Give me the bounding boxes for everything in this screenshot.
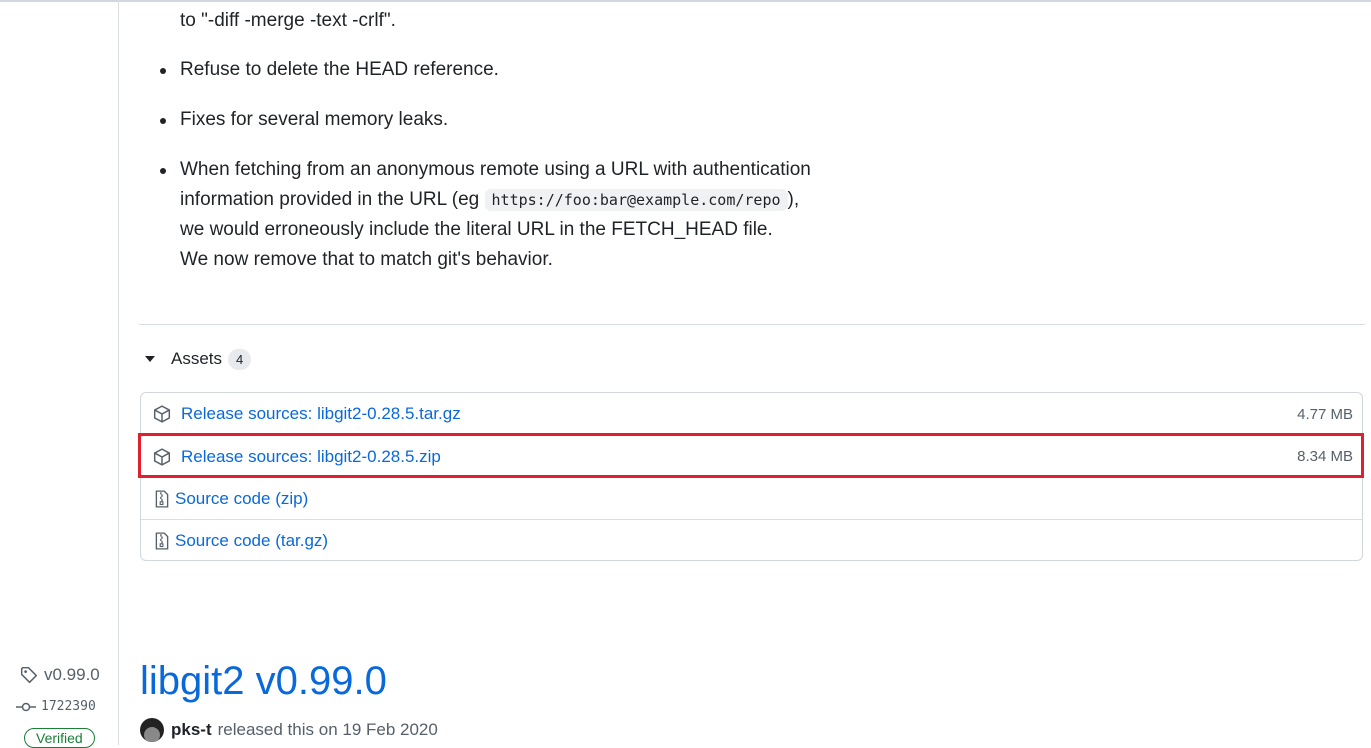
fetch-line-2-after: ), (787, 189, 800, 210)
fetch-line-3: we would erroneously include the literal… (180, 219, 773, 240)
section-divider (139, 324, 1365, 325)
file-zip-icon (155, 531, 169, 550)
avatar[interactable] (140, 718, 164, 742)
assets-title: Assets (171, 349, 223, 368)
asset-link-ext: (zip) (275, 488, 309, 508)
file-zip-icon (155, 489, 169, 508)
bullet-dot (160, 168, 166, 174)
assets-toggle[interactable]: Assets 4 (143, 344, 252, 374)
asset-link[interactable]: Release sources: libgit2-0.28.5.tar.gz (181, 404, 461, 424)
bullet-dot (160, 68, 166, 74)
list-item-text: Refuse to delete the HEAD reference. (180, 59, 499, 80)
commit-icon (16, 702, 36, 711)
release-meta: pks-t released this on 19 Feb 2020 (140, 718, 438, 742)
verified-badge[interactable]: Verified (24, 728, 95, 748)
top-border (0, 0, 1371, 2)
asset-link-ext: (tar.gz) (275, 530, 329, 550)
asset-row: Source code (zip) (141, 477, 1362, 519)
asset-link-label: Source code (175, 488, 271, 508)
tag-icon (20, 666, 38, 684)
list-item-text: When fetching from an anonymous remote u… (180, 155, 811, 275)
fetch-line-1: When fetching from an anonymous remote u… (180, 159, 811, 180)
release-commit[interactable]: 1722390 (16, 699, 96, 714)
caret-down-icon (145, 356, 155, 362)
release-title[interactable]: libgit2 v0.99.0 (140, 659, 387, 704)
package-icon (153, 405, 171, 423)
release-date-text: released this on 19 Feb 2020 (217, 720, 438, 739)
source-code-targz-link[interactable]: Source code (tar.gz) (175, 531, 328, 551)
list-item-text: Fixes for several memory leaks. (180, 109, 449, 130)
release-tag[interactable]: v0.99.0 (20, 665, 100, 685)
asset-size: 4.77 MB (1297, 405, 1353, 423)
source-code-zip-link[interactable]: Source code (zip) (175, 489, 308, 509)
asset-row: Source code (tar.gz) (141, 519, 1362, 561)
asset-row: Release sources: libgit2-0.28.5.tar.gz 4… (141, 393, 1362, 435)
tag-label: v0.99.0 (44, 665, 100, 684)
commit-sha: 1722390 (41, 699, 96, 714)
asset-link-label: Source code (175, 530, 271, 550)
fetch-line-2: information provided in the URL (eg http… (180, 185, 811, 215)
fetch-line-2-before: information provided in the URL (eg (180, 189, 485, 210)
highlight-box (138, 433, 1364, 478)
bullet-dot (160, 118, 166, 124)
url-code: https://foo:bar@example.com/repo (484, 189, 788, 211)
author-link[interactable]: pks-t (171, 720, 212, 740)
assets-count-badge: 4 (228, 348, 252, 370)
sidebar-divider (118, 0, 119, 745)
notes-continuation: to "-diff -merge -text -crlf". (180, 10, 396, 31)
fetch-line-4: We now remove that to match git's behavi… (180, 249, 553, 270)
